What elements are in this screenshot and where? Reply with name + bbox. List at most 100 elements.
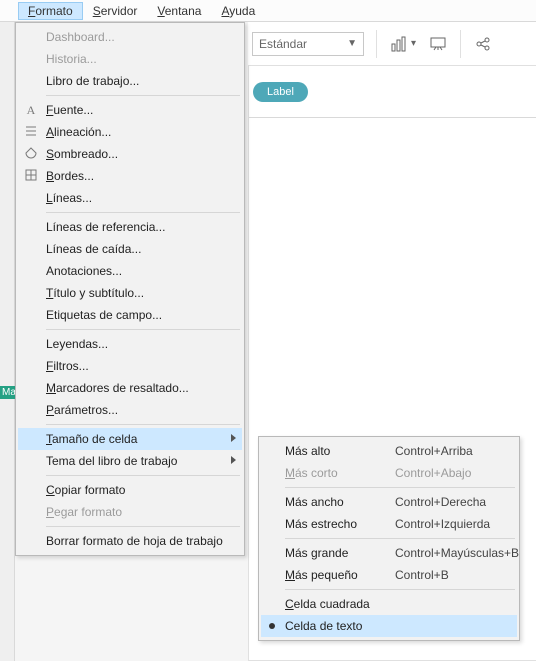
chevron-down-icon[interactable]: ▾ — [411, 38, 416, 49]
submenu-arrow-icon — [231, 456, 236, 464]
menu-item[interactable]: Sombreado... — [18, 143, 242, 165]
menu-item: Pegar formato — [18, 501, 242, 523]
submenu-item: Más cortoControl+Abajo — [261, 462, 517, 484]
menu-item-label: Borrar formato de hoja de trabajo — [46, 534, 223, 548]
submenu-item[interactable]: Celda cuadrada — [261, 593, 517, 615]
menu-item[interactable]: Líneas de caída... — [18, 238, 242, 260]
submenu-item-label: Más ancho — [285, 495, 395, 509]
submenu-item-label: Más grande — [285, 546, 395, 560]
field-pill-label[interactable]: Label — [253, 82, 308, 102]
menu-item-label: Bordes... — [46, 169, 94, 183]
menu-item-label: Leyendas... — [46, 337, 108, 351]
submenu-item-accelerator: Control+Abajo — [395, 466, 471, 480]
submenu-item-label: Más pequeño — [285, 568, 395, 582]
menu-item-label: Tema del libro de trabajo — [46, 454, 177, 468]
menu-item-label: Filtros... — [46, 359, 89, 373]
menu-item[interactable]: Parámetros... — [18, 399, 242, 421]
menu-item[interactable]: Borrar formato de hoja de trabajo — [18, 530, 242, 552]
menu-separator — [46, 95, 240, 96]
menu-item-label: Pegar formato — [46, 505, 122, 519]
chevron-down-icon: ▼ — [347, 38, 357, 49]
submenu-item[interactable]: Más altoControl+Arriba — [261, 440, 517, 462]
submenu-item-accelerator: Control+Arriba — [395, 444, 473, 458]
submenu-item-accelerator: Control+B — [395, 568, 449, 582]
menu-item-label: Líneas de caída... — [46, 242, 141, 256]
menu-item[interactable]: Título y subtítulo... — [18, 282, 242, 304]
presentation-icon[interactable] — [428, 34, 448, 54]
cell-size-submenu: Más altoControl+ArribaMás cortoControl+A… — [258, 436, 520, 641]
menu-item-label: Líneas de referencia... — [46, 220, 165, 234]
submenu-item[interactable]: Más estrechoControl+Izquierda — [261, 513, 517, 535]
menu-item-label: Líneas... — [46, 191, 92, 205]
menubar: FormatoServidorVentanaAyuda — [0, 0, 536, 22]
menu-item[interactable]: Tamaño de celda — [18, 428, 242, 450]
shade-icon — [24, 147, 38, 161]
menu-item-label: Etiquetas de campo... — [46, 308, 162, 322]
menu-separator — [285, 589, 515, 590]
menu-item[interactable]: Tema del libro de trabajo — [18, 450, 242, 472]
menu-item[interactable]: Alineación... — [18, 121, 242, 143]
menu-item-label: Sombreado... — [46, 147, 118, 161]
menu-item-label: Título y subtítulo... — [46, 286, 144, 300]
menu-item-label: Marcadores de resaltado... — [46, 381, 189, 395]
menu-separator — [46, 329, 240, 330]
menubar-item-ventana[interactable]: Ventana — [147, 2, 211, 20]
menu-item[interactable]: Bordes... — [18, 165, 242, 187]
separator — [376, 30, 377, 58]
menu-separator — [285, 538, 515, 539]
menu-item[interactable]: Anotaciones... — [18, 260, 242, 282]
menubar-item-formato[interactable]: Formato — [18, 2, 83, 20]
menu-item[interactable]: Marcadores de resaltado... — [18, 377, 242, 399]
menu-item-label: Alineación... — [46, 125, 111, 139]
menubar-item-ayuda[interactable]: Ayuda — [211, 2, 265, 20]
menu-item[interactable]: Líneas... — [18, 187, 242, 209]
grid-icon — [24, 169, 38, 183]
menu-separator — [285, 487, 515, 488]
menu-item: Historia... — [18, 48, 242, 70]
menu-item[interactable]: Libro de trabajo... — [18, 70, 242, 92]
submenu-item-label: Celda cuadrada — [285, 597, 395, 611]
menu-item[interactable]: Líneas de referencia... — [18, 216, 242, 238]
submenu-item-label: Más corto — [285, 466, 395, 480]
menu-item-label: Historia... — [46, 52, 97, 66]
align-icon — [24, 125, 38, 139]
menu-item[interactable]: Etiquetas de campo... — [18, 304, 242, 326]
submenu-item-label: Más alto — [285, 444, 395, 458]
menubar-item-servidor[interactable]: Servidor — [83, 2, 148, 20]
submenu-item[interactable]: Más anchoControl+Derecha — [261, 491, 517, 513]
submenu-item-label: Celda de texto — [285, 619, 395, 633]
submenu-item-accelerator: Control+Izquierda — [395, 517, 490, 531]
share-icon[interactable] — [473, 34, 493, 54]
menu-separator — [46, 212, 240, 213]
separator — [460, 30, 461, 58]
submenu-item[interactable]: Más pequeñoControl+B — [261, 564, 517, 586]
columns-shelf[interactable]: Label — [249, 66, 536, 118]
submenu-item-accelerator: Control+Derecha — [395, 495, 486, 509]
show-me-icon[interactable] — [389, 34, 409, 54]
menu-item-label: Dashboard... — [46, 30, 115, 44]
menu-item[interactable]: A Fuente... — [18, 99, 242, 121]
menu-separator — [46, 526, 240, 527]
menu-item: Dashboard... — [18, 26, 242, 48]
submenu-item-label: Más estrecho — [285, 517, 395, 531]
radio-dot-icon — [269, 623, 275, 629]
submenu-item-accelerator: Control+Mayúsculas+B — [395, 546, 519, 560]
menu-item[interactable]: Filtros... — [18, 355, 242, 377]
submenu-item[interactable]: Más grandeControl+Mayúsculas+B — [261, 542, 517, 564]
menu-item[interactable]: Copiar formato — [18, 479, 242, 501]
format-menu: Dashboard... Historia... Libro de trabajo.… — [15, 22, 245, 556]
submenu-item[interactable]: Celda de texto — [261, 615, 517, 637]
menu-item-label: Fuente... — [46, 103, 93, 117]
menu-separator — [46, 475, 240, 476]
menu-item[interactable]: Leyendas... — [18, 333, 242, 355]
menu-item-label: Copiar formato — [46, 483, 125, 497]
fit-dropdown[interactable]: Estándar ▼ — [252, 32, 364, 56]
left-rail — [0, 22, 15, 661]
menu-item-label: Libro de trabajo... — [46, 74, 139, 88]
submenu-arrow-icon — [231, 434, 236, 442]
menu-item-label: Tamaño de celda — [46, 432, 137, 446]
font-icon: A — [24, 103, 38, 117]
toolbar: Estándar ▼ ▾ — [248, 22, 536, 66]
fit-dropdown-label: Estándar — [259, 37, 307, 51]
menu-item-label: Parámetros... — [46, 403, 118, 417]
